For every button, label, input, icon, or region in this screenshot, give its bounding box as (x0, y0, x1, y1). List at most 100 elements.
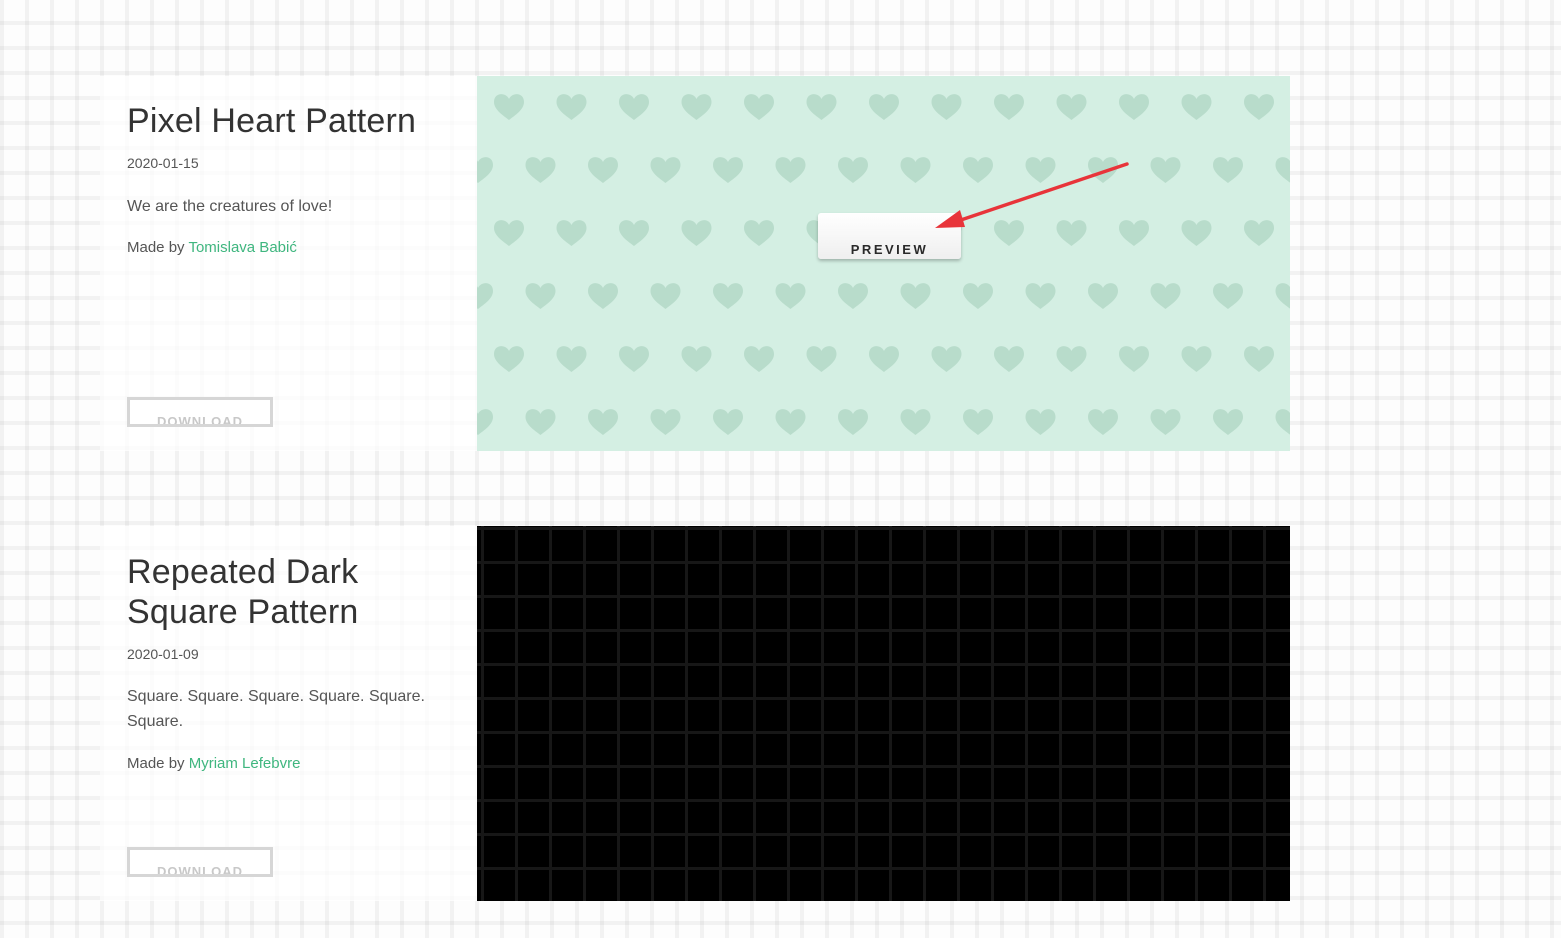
heart-shape (963, 283, 993, 309)
heart-shape (1244, 220, 1274, 246)
heart-shape (744, 220, 774, 246)
heart-shape (931, 346, 962, 372)
pattern-card-pixel-heart: Pixel Heart Pattern 2020-01-15 We are th… (100, 76, 1290, 451)
pattern-info: Pixel Heart Pattern 2020-01-15 We are th… (127, 76, 457, 451)
heart-shape (838, 157, 868, 183)
heart-shape (869, 346, 899, 372)
heart-shape (1025, 283, 1056, 309)
heart-shape (1181, 346, 1212, 372)
heart-shape (494, 220, 524, 246)
heart-shape (588, 283, 618, 309)
heart-shape (525, 409, 556, 435)
heart-shape (1275, 157, 1290, 183)
preview-button[interactable]: PREVIEW (818, 213, 961, 259)
heart-shape (963, 409, 993, 435)
heart-shape (477, 409, 493, 435)
author-link[interactable]: Tomislava Babić (188, 239, 296, 256)
made-by: Made by Myriam Lefebvre (127, 755, 300, 772)
pattern-info: Repeated Dark Square Pattern 2020-01-09 … (127, 526, 457, 901)
heart-shape (1119, 346, 1149, 372)
heart-shape (994, 346, 1024, 372)
heart-shape (1088, 283, 1118, 309)
heart-shape (1056, 94, 1087, 120)
heart-shape (1181, 220, 1212, 246)
heart-shape (994, 94, 1024, 120)
heart-shape (1244, 94, 1274, 120)
heart-shape (1244, 346, 1274, 372)
pattern-description: Square. Square. Square. Square. Square. … (127, 688, 425, 730)
heart-shape (1150, 283, 1181, 309)
heart-shape (556, 220, 587, 246)
heart-shape (806, 346, 837, 372)
heart-shape (900, 283, 931, 309)
download-label: DOWNLOAD (157, 864, 243, 877)
pattern-preview[interactable] (477, 526, 1290, 901)
heart-shape (838, 409, 868, 435)
pattern-title: Repeated Dark Square Pattern (127, 553, 359, 631)
heart-shape (900, 157, 931, 183)
heart-shape (619, 94, 649, 120)
heart-shape (994, 220, 1024, 246)
heart-shape (1056, 220, 1087, 246)
pattern-date: 2020-01-09 (127, 646, 199, 662)
heart-shape (477, 283, 493, 309)
heart-shape (838, 283, 868, 309)
made-by: Made by Tomislava Babić (127, 239, 297, 256)
heart-shape (1213, 409, 1243, 435)
heart-shape (556, 94, 587, 120)
pattern-title: Pixel Heart Pattern (127, 102, 417, 140)
heart-shape (1025, 409, 1056, 435)
heart-shape (744, 346, 774, 372)
heart-pattern (477, 94, 1290, 435)
made-by-label: Made by (127, 239, 185, 256)
heart-shape (1181, 94, 1212, 120)
heart-shape (650, 283, 681, 309)
heart-shape (1150, 157, 1181, 183)
heart-shape (1025, 157, 1056, 183)
heart-shape (1119, 220, 1149, 246)
heart-shape (1088, 409, 1118, 435)
heart-shape (775, 409, 806, 435)
pattern-date: 2020-01-15 (127, 155, 199, 171)
made-by-label: Made by (127, 755, 185, 772)
heart-shape (713, 283, 743, 309)
heart-shape (1119, 94, 1149, 120)
pattern-card-dark-square: Repeated Dark Square Pattern 2020-01-09 … (100, 526, 1290, 901)
download-label: DOWNLOAD (157, 414, 243, 427)
heart-shape (869, 94, 899, 120)
heart-shape (556, 346, 587, 372)
heart-shape (1213, 157, 1243, 183)
heart-shape (713, 409, 743, 435)
heart-shape (1150, 409, 1181, 435)
heart-shape (775, 157, 806, 183)
heart-shape (650, 409, 681, 435)
pattern-preview[interactable]: PREVIEW (477, 76, 1290, 451)
heart-shape (525, 157, 556, 183)
heart-shape (963, 157, 993, 183)
heart-shape (525, 283, 556, 309)
heart-shape (775, 283, 806, 309)
download-button[interactable]: DOWNLOAD (127, 847, 273, 877)
heart-shape (681, 220, 712, 246)
heart-shape (650, 157, 681, 183)
heart-shape (900, 409, 931, 435)
heart-shape (681, 94, 712, 120)
heart-shape (1088, 157, 1118, 183)
heart-shape (713, 157, 743, 183)
author-link[interactable]: Myriam Lefebvre (189, 755, 301, 772)
pattern-description: We are the creatures of love! (127, 198, 333, 215)
heart-shape (806, 94, 837, 120)
heart-shape (1275, 409, 1290, 435)
heart-shape (1056, 346, 1087, 372)
heart-shape (744, 94, 774, 120)
heart-shape (619, 220, 649, 246)
heart-shape (588, 157, 618, 183)
heart-shape (931, 94, 962, 120)
heart-shape (494, 94, 524, 120)
heart-shape (619, 346, 649, 372)
heart-shape (477, 157, 493, 183)
heart-shape (1275, 283, 1290, 309)
heart-shape (681, 346, 712, 372)
heart-shape (1213, 283, 1243, 309)
download-button[interactable]: DOWNLOAD (127, 397, 273, 427)
